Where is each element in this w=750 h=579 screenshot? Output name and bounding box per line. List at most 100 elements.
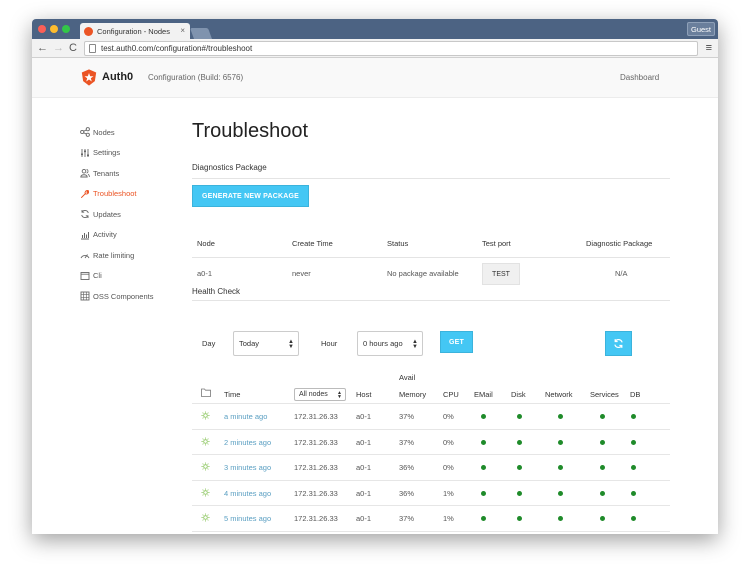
status-dot-db: [631, 465, 636, 471]
sidebar-item-rate-limiting[interactable]: Rate limiting: [80, 245, 153, 266]
status-dot-network: [558, 465, 563, 471]
package-cell: N/A: [615, 269, 628, 278]
refresh-button[interactable]: [605, 331, 632, 356]
diagnostics-section-title: Diagnostics Package: [192, 163, 267, 172]
time-link[interactable]: a minute ago: [224, 412, 267, 421]
tab-title: Configuration - Nodes: [97, 26, 170, 36]
reload-icon[interactable]: C: [69, 41, 77, 55]
table-row: 5 minutes ago 172.31.26.33 a0-1 37% 1%: [192, 505, 670, 531]
cpu-cell: 0%: [443, 437, 454, 447]
sun-icon: [201, 513, 210, 522]
sidebar-item-updates[interactable]: Updates: [80, 204, 153, 225]
cpu-cell: 0%: [443, 412, 454, 421]
sidebar-item-label: Updates: [93, 209, 121, 219]
title-bar: Configuration - Nodes × Guest: [32, 19, 718, 39]
refresh-icon: [614, 339, 623, 348]
day-select[interactable]: Today ▲ ▼: [233, 331, 299, 356]
sidebar-item-label: Nodes: [93, 127, 115, 137]
minimize-window-button[interactable]: [50, 25, 58, 33]
app-header: Auth0 Configuration (Build: 6576) Dashbo…: [32, 58, 718, 98]
host-cell: a0-1: [356, 514, 372, 524]
time-link[interactable]: 4 minutes ago: [224, 489, 271, 498]
status-dot-email: [481, 465, 486, 471]
column-header-time: Time: [224, 390, 241, 399]
select-arrows-icon: ▲ ▼: [288, 339, 294, 350]
browser-tab[interactable]: Configuration - Nodes ×: [80, 23, 190, 39]
page-icon: [89, 44, 96, 53]
sidebar-item-label: Activity: [93, 230, 117, 240]
brand-name: Auth0: [102, 71, 134, 83]
memory-cell: 36%: [399, 488, 415, 498]
sidebar-item-troubleshoot[interactable]: Troubleshoot: [80, 184, 153, 205]
maximize-window-button[interactable]: [62, 25, 70, 33]
status-dot-network: [558, 414, 563, 419]
sidebar-item-cli[interactable]: Cli: [80, 266, 153, 287]
build-label: Configuration (Build: 6576): [148, 73, 244, 82]
memory-cell: 37%: [399, 514, 415, 524]
hour-select[interactable]: 0 hours ago ▲ ▼: [357, 331, 423, 356]
status-dot-email: [481, 490, 486, 496]
time-link[interactable]: 2 minutes ago: [224, 438, 271, 447]
sidebar-item-settings[interactable]: Settings: [80, 143, 153, 164]
column-header-status: Status: [387, 239, 409, 248]
new-tab-button[interactable]: [189, 28, 213, 39]
auth0-logo-icon: [81, 69, 97, 86]
guest-profile-button[interactable]: Guest: [687, 22, 715, 36]
sidebar-item-label: OSS Components: [93, 291, 154, 301]
sun-icon: [201, 437, 210, 446]
share-nodes-icon: [80, 127, 90, 138]
gauge-icon: [80, 254, 90, 259]
sidebar-item-nodes[interactable]: Nodes: [80, 122, 153, 143]
column-header-db: DB: [630, 390, 641, 399]
auth0-favicon-icon: [84, 26, 93, 36]
hour-label: Hour: [321, 339, 338, 348]
tab-close-icon[interactable]: ×: [180, 26, 185, 35]
time-link[interactable]: 3 minutes ago: [224, 463, 271, 472]
status-dot-disk: [517, 516, 522, 522]
browser-menu-icon[interactable]: ≡: [706, 42, 712, 54]
status-dot-db: [631, 414, 636, 419]
status-dot-network: [558, 439, 563, 445]
status-dot-network: [558, 516, 563, 522]
host-cell: a0-1: [356, 463, 372, 473]
status-dot-disk: [517, 414, 522, 419]
generate-package-button[interactable]: GENERATE NEW PACKAGE: [192, 185, 309, 207]
ip-cell: 172.31.26.33: [294, 514, 338, 524]
sidebar-item-activity[interactable]: Activity: [80, 225, 153, 246]
table-row: 2 minutes ago 172.31.26.33 a0-1 37% 0%: [192, 428, 670, 455]
sidebar-item-label: Tenants: [93, 168, 120, 178]
folder-icon[interactable]: [201, 388, 211, 397]
sun-icon: [201, 488, 210, 497]
sidebar-item-label: Settings: [93, 148, 121, 158]
address-bar[interactable]: test.auth0.com/configuration#/troublesho…: [84, 41, 698, 56]
sidebar-item-tenants[interactable]: Tenants: [80, 163, 153, 184]
hour-select-value: 0 hours ago: [363, 339, 403, 348]
status-dot-services: [600, 465, 605, 471]
table-row: 3 minutes ago 172.31.26.33 a0-1 36% 0%: [192, 454, 670, 480]
forward-arrow-icon[interactable]: →: [53, 41, 64, 55]
column-header-memory: Memory: [399, 390, 427, 399]
status-dot-db: [631, 439, 636, 445]
health-check-section-title: Health Check: [192, 287, 241, 296]
time-link[interactable]: 5 minutes ago: [224, 514, 271, 523]
get-button[interactable]: GET: [440, 331, 473, 353]
terminal-icon: [80, 271, 90, 280]
nodes-filter-select[interactable]: All nodes ▲ ▼: [294, 388, 346, 401]
sidebar-item-label: Cli: [93, 271, 102, 281]
sidebar-item-oss-components[interactable]: OSS Components: [80, 286, 153, 307]
divider: [192, 300, 670, 301]
back-arrow-icon[interactable]: ←: [37, 41, 48, 55]
node-cell: a0-1: [197, 269, 213, 278]
test-port-button[interactable]: TEST: [482, 263, 520, 285]
column-header-create-time: Create Time: [292, 239, 333, 248]
status-dot-db: [631, 516, 636, 522]
ip-cell: 172.31.26.33: [294, 463, 338, 473]
close-window-button[interactable]: [38, 25, 46, 33]
status-dot-network: [558, 490, 563, 496]
select-arrows-icon: ▲ ▼: [412, 339, 418, 350]
users-icon: [80, 169, 90, 178]
create-time-cell: never: [292, 269, 311, 278]
cpu-cell: 0%: [443, 463, 454, 473]
dashboard-link[interactable]: Dashboard: [620, 73, 659, 82]
cpu-cell: 1%: [443, 514, 454, 524]
